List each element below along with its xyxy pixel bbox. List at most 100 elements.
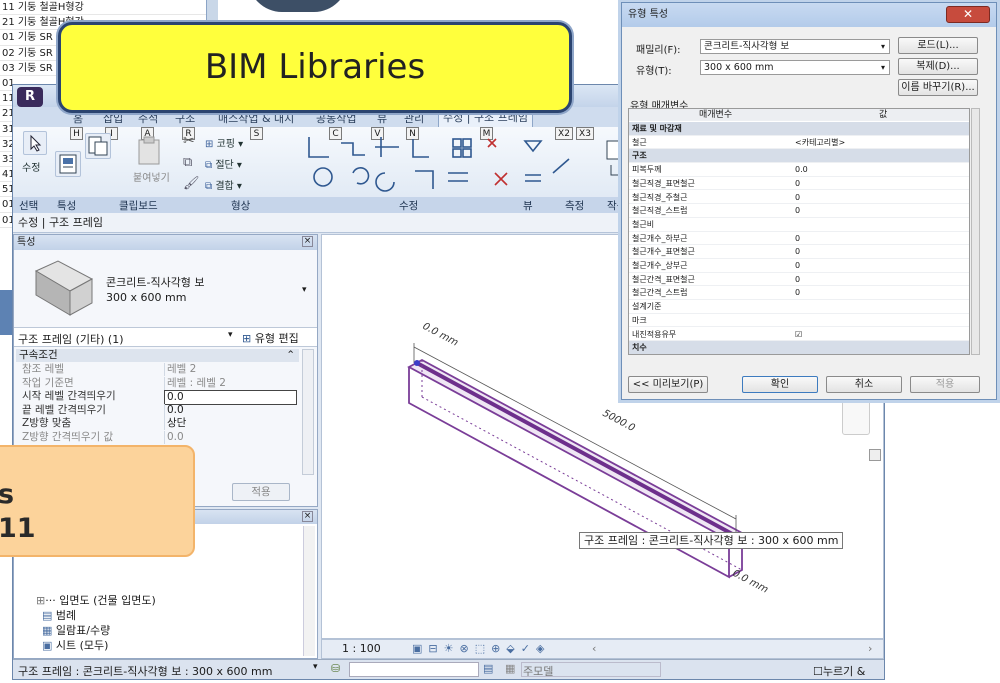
constraints-section[interactable]: 구속조건 ⌃	[16, 349, 299, 362]
view-control-icons[interactable]: ▣⊟☀⊗⬚⊕⬙✓◈	[412, 640, 550, 658]
parameter-value[interactable]: 0.0	[795, 163, 808, 177]
select-arrow-button[interactable]	[23, 131, 47, 155]
join-geometry-button[interactable]: ⧉ 결합 ▾	[205, 177, 242, 192]
close-icon[interactable]: ×	[302, 511, 313, 522]
press-drag-checkbox[interactable]: ☐누르기 &	[813, 663, 865, 679]
property-row[interactable]: 끝 레벨 간격띄우기 0.0	[16, 403, 299, 418]
property-row[interactable]: 시작 레벨 간격띄우기 0.0	[16, 390, 299, 405]
chevron-down-icon[interactable]: ▾	[881, 40, 885, 53]
view-cube[interactable]	[842, 395, 870, 435]
expand-icon[interactable]: ⊞	[36, 594, 45, 607]
group-select[interactable]: 선택	[19, 198, 38, 213]
dimension-length[interactable]: 5000.0	[601, 408, 637, 434]
browser-scrollbar[interactable]	[303, 526, 315, 656]
chevron-down-icon[interactable]: ▾	[228, 330, 233, 340]
parameter-category-row[interactable]: 재료 및 마감재	[629, 122, 969, 136]
cut-geometry-button[interactable]: ⧉ 절단 ▾	[205, 156, 242, 171]
parameter-value[interactable]: 0	[795, 273, 800, 287]
chevron-left-icon[interactable]: ‹	[592, 640, 596, 658]
parameter-row[interactable]: 마크	[629, 314, 969, 328]
parameter-value[interactable]: 0	[795, 177, 800, 191]
family-dropdown[interactable]: 콘크리트-직사각형 보 ▾	[700, 39, 890, 54]
chevron-down-icon[interactable]: ▾	[313, 662, 318, 672]
parameter-row[interactable]: 철근개수_표면철근 0	[629, 245, 969, 259]
chevron-down-icon[interactable]: ▾	[302, 285, 307, 295]
parameter-row[interactable]: 설계기준	[629, 300, 969, 314]
parameter-row[interactable]: 철근비	[629, 218, 969, 232]
scroll-handle[interactable]	[869, 449, 881, 461]
worksets-icon[interactable]: ⛁	[331, 662, 340, 675]
parameter-row[interactable]: 철근직경_주철근 0	[629, 191, 969, 205]
chevron-right-icon[interactable]: ›	[868, 640, 872, 658]
schedule-icon: ▦	[42, 624, 53, 637]
edit-type-button[interactable]: ⊞ 유형 편집	[242, 330, 299, 346]
type-dropdown[interactable]: 300 x 600 mm ▾	[700, 60, 890, 75]
list-item[interactable]: 11 기둥 철골H형강	[0, 0, 217, 16]
parameter-category-row[interactable]: 치수	[629, 341, 969, 354]
close-button[interactable]: ✕	[946, 6, 990, 23]
apply-button[interactable]: 적용	[910, 376, 980, 393]
close-icon[interactable]: ×	[302, 236, 313, 247]
model-dropdown[interactable]	[521, 662, 661, 677]
parameter-value[interactable]: ☑	[795, 328, 802, 342]
parameter-value[interactable]: 0	[795, 191, 800, 205]
properties-scrollbar[interactable]	[302, 349, 314, 475]
parameter-row[interactable]: 철근직경_표면철근 0	[629, 177, 969, 191]
parameter-row[interactable]: 피복두께 0.0	[629, 163, 969, 177]
cancel-button[interactable]: 취소	[826, 376, 902, 393]
cope-button[interactable]: ⊞ 코핑 ▾	[205, 135, 243, 150]
design-options-icon[interactable]: ▤	[483, 662, 493, 675]
paste-label[interactable]: 붙여넣기	[133, 169, 170, 184]
application-menu-button[interactable]: R	[17, 87, 43, 107]
editable-icon[interactable]: ▦	[505, 662, 515, 675]
tree-item-elevations[interactable]: ⊞··· 입면도 (건물 입면도)	[36, 594, 156, 608]
collapse-icon[interactable]: ⌃	[286, 349, 295, 362]
parameter-row[interactable]: 철근간격_표면철근 0	[629, 273, 969, 287]
parameter-row[interactable]: 철근개수_하부근 0	[629, 232, 969, 246]
dimension-end-offset[interactable]: 0.0 mm	[731, 568, 770, 596]
copy-icon[interactable]: ⧉	[183, 155, 192, 170]
dimension-start-offset[interactable]: 0.0 mm	[421, 321, 460, 349]
property-row[interactable]: 작업 기준면 레벨 : 레벨 2	[16, 376, 299, 391]
dialog-scrollbar[interactable]	[971, 108, 980, 355]
rename-button[interactable]: 이름 바꾸기(R)...	[898, 79, 978, 96]
paste-button[interactable]	[133, 135, 165, 167]
chevron-down-icon[interactable]: ▾	[881, 61, 885, 74]
ok-button[interactable]: 확인	[742, 376, 818, 393]
type-selector[interactable]: 콘크리트-직사각형 보 300 x 600 mm	[106, 275, 205, 305]
tree-item-legends[interactable]: ▤ 범례	[42, 609, 76, 623]
load-button[interactable]: 로드(L)...	[898, 37, 978, 54]
parameter-value[interactable]: 0	[795, 204, 800, 218]
parameter-value[interactable]: 0	[795, 245, 800, 259]
match-type-icon[interactable]: 🖌	[183, 176, 200, 191]
property-row[interactable]: 참조 레벨 레벨 2	[16, 363, 299, 377]
parameter-category-row[interactable]: 구조	[629, 149, 969, 164]
property-value: 레벨 2	[164, 363, 297, 376]
parameter-name: 치수	[632, 343, 647, 353]
parameter-value[interactable]: 0	[795, 232, 800, 246]
parameter-row[interactable]: 철근 <카테고리별>	[629, 136, 969, 150]
modify-tools-icons[interactable]	[303, 133, 573, 197]
tree-item-schedules[interactable]: ▦ 일람표/수량	[42, 624, 110, 638]
type-properties-button[interactable]	[85, 133, 111, 159]
preview-button[interactable]: << 미리보기(P)	[628, 376, 708, 393]
instance-filter-dropdown[interactable]: 구조 프레임 (기타) (1)	[18, 331, 124, 347]
parameter-value[interactable]: 0	[795, 259, 800, 273]
parameter-row[interactable]: 철근직경_스트럽 0	[629, 204, 969, 218]
duplicate-button[interactable]: 복제(D)...	[898, 58, 978, 75]
cope-label: 코핑	[216, 139, 235, 150]
parameter-row[interactable]: 철근개수_상부근 0	[629, 259, 969, 273]
property-row[interactable]: Z방향 간격띄우기 값 0.0	[16, 430, 299, 445]
cut-scissors-icon[interactable]: ✂	[183, 133, 195, 149]
parameter-row[interactable]: 내진적용유무 ☑	[629, 328, 969, 342]
parameter-row[interactable]: 철근간격_스트럽 0	[629, 286, 969, 301]
parameter-value[interactable]: 0	[795, 286, 800, 300]
view-scale[interactable]: 1 : 100	[342, 640, 381, 658]
property-row[interactable]: Z방향 맞춤 상단	[16, 417, 299, 431]
tree-item-sheets[interactable]: ▣ 시트 (모두)	[42, 639, 108, 653]
apply-button[interactable]: 적용	[232, 483, 290, 501]
parameter-value[interactable]: <카테고리별>	[795, 136, 845, 150]
properties-button[interactable]	[55, 151, 81, 177]
workset-dropdown[interactable]	[349, 662, 479, 677]
modify-label[interactable]: 수정	[22, 159, 40, 174]
